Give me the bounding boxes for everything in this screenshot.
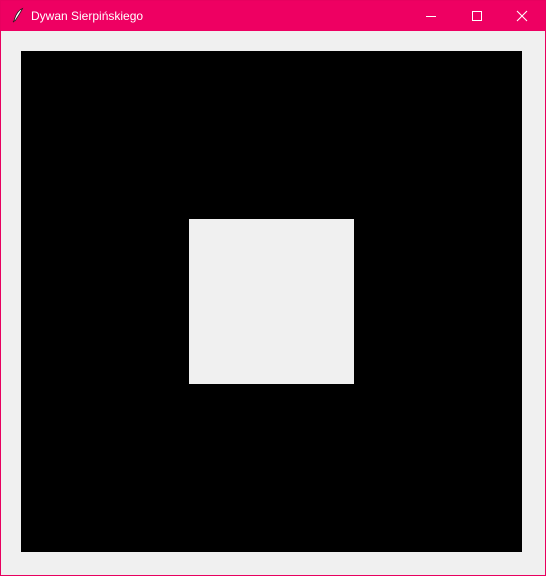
feather-icon	[10, 7, 26, 23]
minimize-icon	[426, 16, 436, 17]
sierpinski-carpet-canvas	[21, 51, 522, 552]
carpet-center-hole	[189, 219, 354, 384]
title-bar[interactable]: Dywan Sierpińskiego	[1, 1, 545, 31]
client-area	[1, 31, 545, 575]
minimize-button[interactable]	[408, 1, 454, 31]
maximize-button[interactable]	[454, 1, 500, 31]
window-title: Dywan Sierpińskiego	[31, 9, 144, 23]
app-window: Dywan Sierpińskiego	[0, 0, 546, 576]
close-icon	[516, 10, 528, 22]
close-button[interactable]	[499, 1, 545, 31]
maximize-icon	[472, 11, 482, 21]
